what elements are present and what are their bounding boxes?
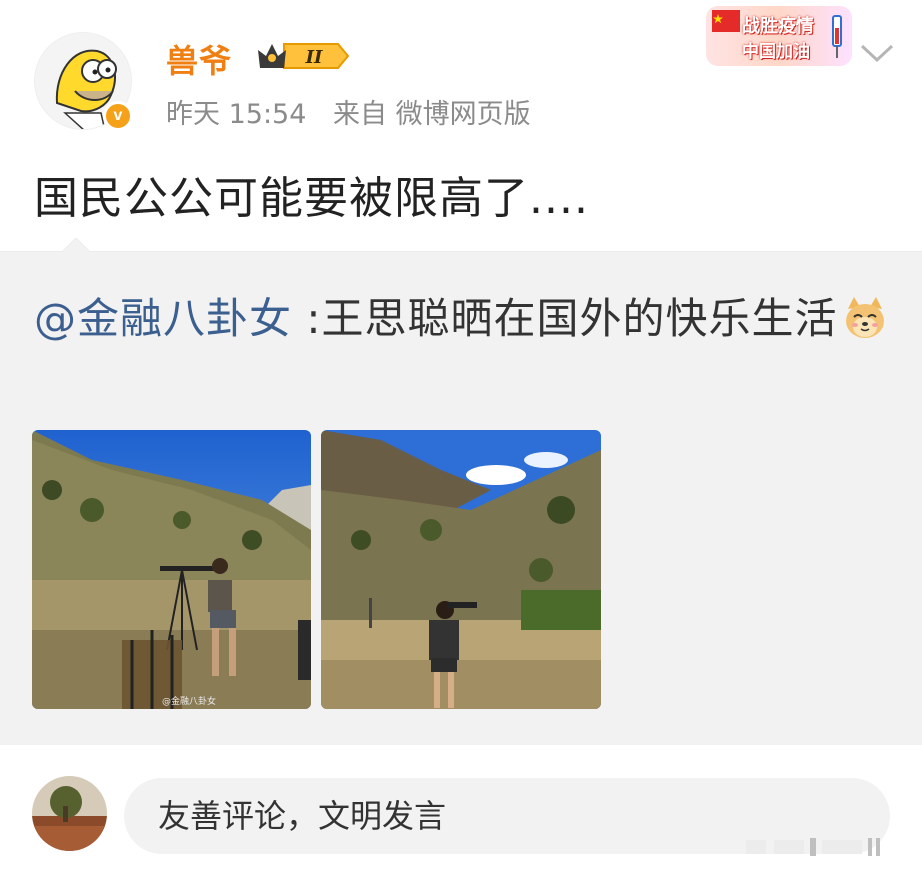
- repost-notch: [62, 238, 90, 252]
- post-source: 来自 微博网页版: [333, 99, 531, 130]
- crown-level-badge-icon[interactable]: II: [254, 38, 350, 74]
- post-meta: 昨天 15:54 来自 微博网页版: [166, 92, 549, 131]
- dog-face-emoji-icon: [842, 295, 888, 341]
- post-text: 国民公公可能要被限高了....: [34, 173, 589, 224]
- repost-text: @金融八卦女 :王思聪晒在国外的快乐生活: [34, 288, 894, 350]
- repost-body: :王思聪晒在国外的快乐生活: [292, 294, 838, 343]
- shooting-range-photo-2[interactable]: [321, 430, 601, 709]
- promo-line-1: 战胜疫情: [742, 16, 814, 37]
- china-flag-icon: [712, 10, 740, 32]
- photo-watermark: @金融八卦女: [162, 697, 217, 707]
- mention-link[interactable]: @金融八卦女: [34, 294, 292, 343]
- promo-badge[interactable]: 战胜疫情 中国加油: [706, 6, 852, 66]
- chevron-down-icon[interactable]: [856, 38, 898, 68]
- level-text: II: [305, 47, 323, 68]
- verified-badge-icon: v: [103, 101, 133, 131]
- my-avatar[interactable]: [32, 776, 107, 851]
- author-name[interactable]: 兽爷: [166, 36, 232, 82]
- promo-line-2: 中国加油: [742, 42, 810, 62]
- syringe-icon: [830, 12, 844, 60]
- watermark-glyphs: [746, 838, 880, 856]
- post-time: 昨天 15:54: [166, 99, 307, 130]
- shooting-range-photo-1[interactable]: @金融八卦女: [32, 430, 311, 709]
